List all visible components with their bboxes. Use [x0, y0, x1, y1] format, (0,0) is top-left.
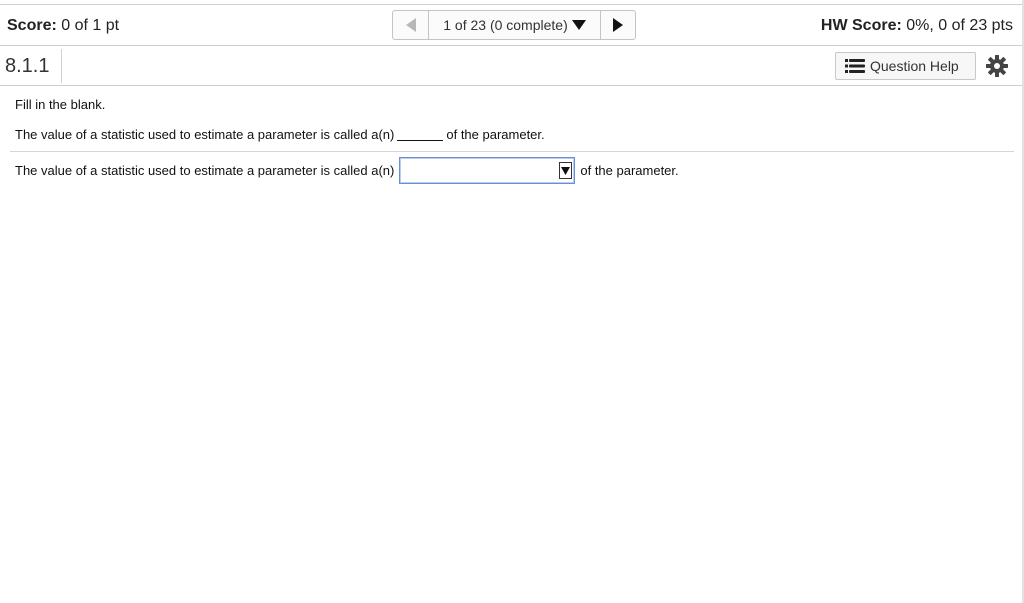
- dropdown-triangle-icon: [571, 20, 586, 30]
- answer-suffix: of the parameter.: [580, 163, 679, 178]
- gear-icon[interactable]: [986, 55, 1008, 77]
- prev-arrow-icon: [405, 18, 416, 32]
- hw-score: HW Score: 0%, 0 of 23 pts: [821, 17, 1013, 35]
- instruction-text: Fill in the blank.: [15, 97, 106, 112]
- answer-row: The value of a statistic used to estimat…: [15, 157, 679, 184]
- progress-text: 1 of 23 (0 complete): [443, 17, 568, 33]
- question-bar: 8.1.1 Question Help: [0, 46, 1022, 86]
- question-navigator: 1 of 23 (0 complete): [392, 10, 636, 40]
- statement-prefix: The value of a statistic used to estimat…: [15, 127, 395, 142]
- question-number-divider: [61, 49, 62, 83]
- select-arrow-icon: [559, 162, 573, 179]
- score: Score: 0 of 1 pt: [7, 17, 119, 35]
- question-list-dropdown[interactable]: 1 of 23 (0 complete): [429, 11, 601, 39]
- question-help-label: Question Help: [870, 58, 959, 74]
- question-statement: The value of a statistic used to estimat…: [15, 127, 545, 142]
- statement-suffix: of the parameter.: [446, 127, 545, 142]
- content-divider: [10, 151, 1014, 152]
- answer-select[interactable]: [399, 157, 576, 184]
- question-help-button[interactable]: Question Help: [835, 52, 976, 80]
- previous-question-button[interactable]: [393, 11, 429, 39]
- answer-prefix: The value of a statistic used to estimat…: [15, 163, 395, 178]
- question-number: 8.1.1: [5, 55, 50, 77]
- hw-score-value: 0%, 0 of 23 pts: [906, 17, 1013, 34]
- score-bar: Score: 0 of 1 pt 1 of 23 (0 complete) HW…: [0, 5, 1022, 46]
- next-arrow-icon: [613, 18, 623, 32]
- score-value: 0 of 1 pt: [61, 17, 120, 34]
- score-label: Score:: [7, 17, 57, 34]
- hw-score-label: HW Score:: [820, 17, 902, 34]
- next-question-button[interactable]: [601, 11, 635, 39]
- list-icon: [845, 59, 865, 73]
- statement-blank: [397, 140, 444, 141]
